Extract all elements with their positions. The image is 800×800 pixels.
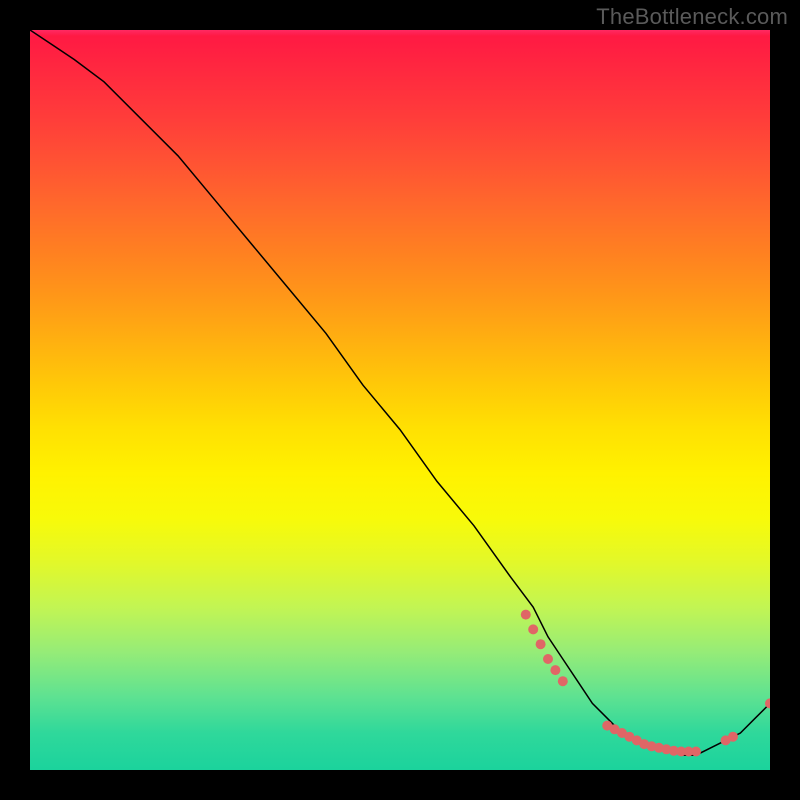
chart-marker xyxy=(543,654,553,664)
plot-area xyxy=(30,30,770,770)
chart-overlay-svg xyxy=(30,30,770,770)
watermark-text: TheBottleneck.com xyxy=(596,4,788,30)
chart-marker xyxy=(558,676,568,686)
chart-frame: TheBottleneck.com xyxy=(0,0,800,800)
chart-marker xyxy=(550,665,560,675)
chart-markers xyxy=(521,610,770,757)
chart-marker xyxy=(536,639,546,649)
chart-marker xyxy=(691,747,701,757)
chart-marker xyxy=(521,610,531,620)
chart-line xyxy=(30,30,770,755)
chart-marker xyxy=(728,732,738,742)
chart-marker xyxy=(528,624,538,634)
